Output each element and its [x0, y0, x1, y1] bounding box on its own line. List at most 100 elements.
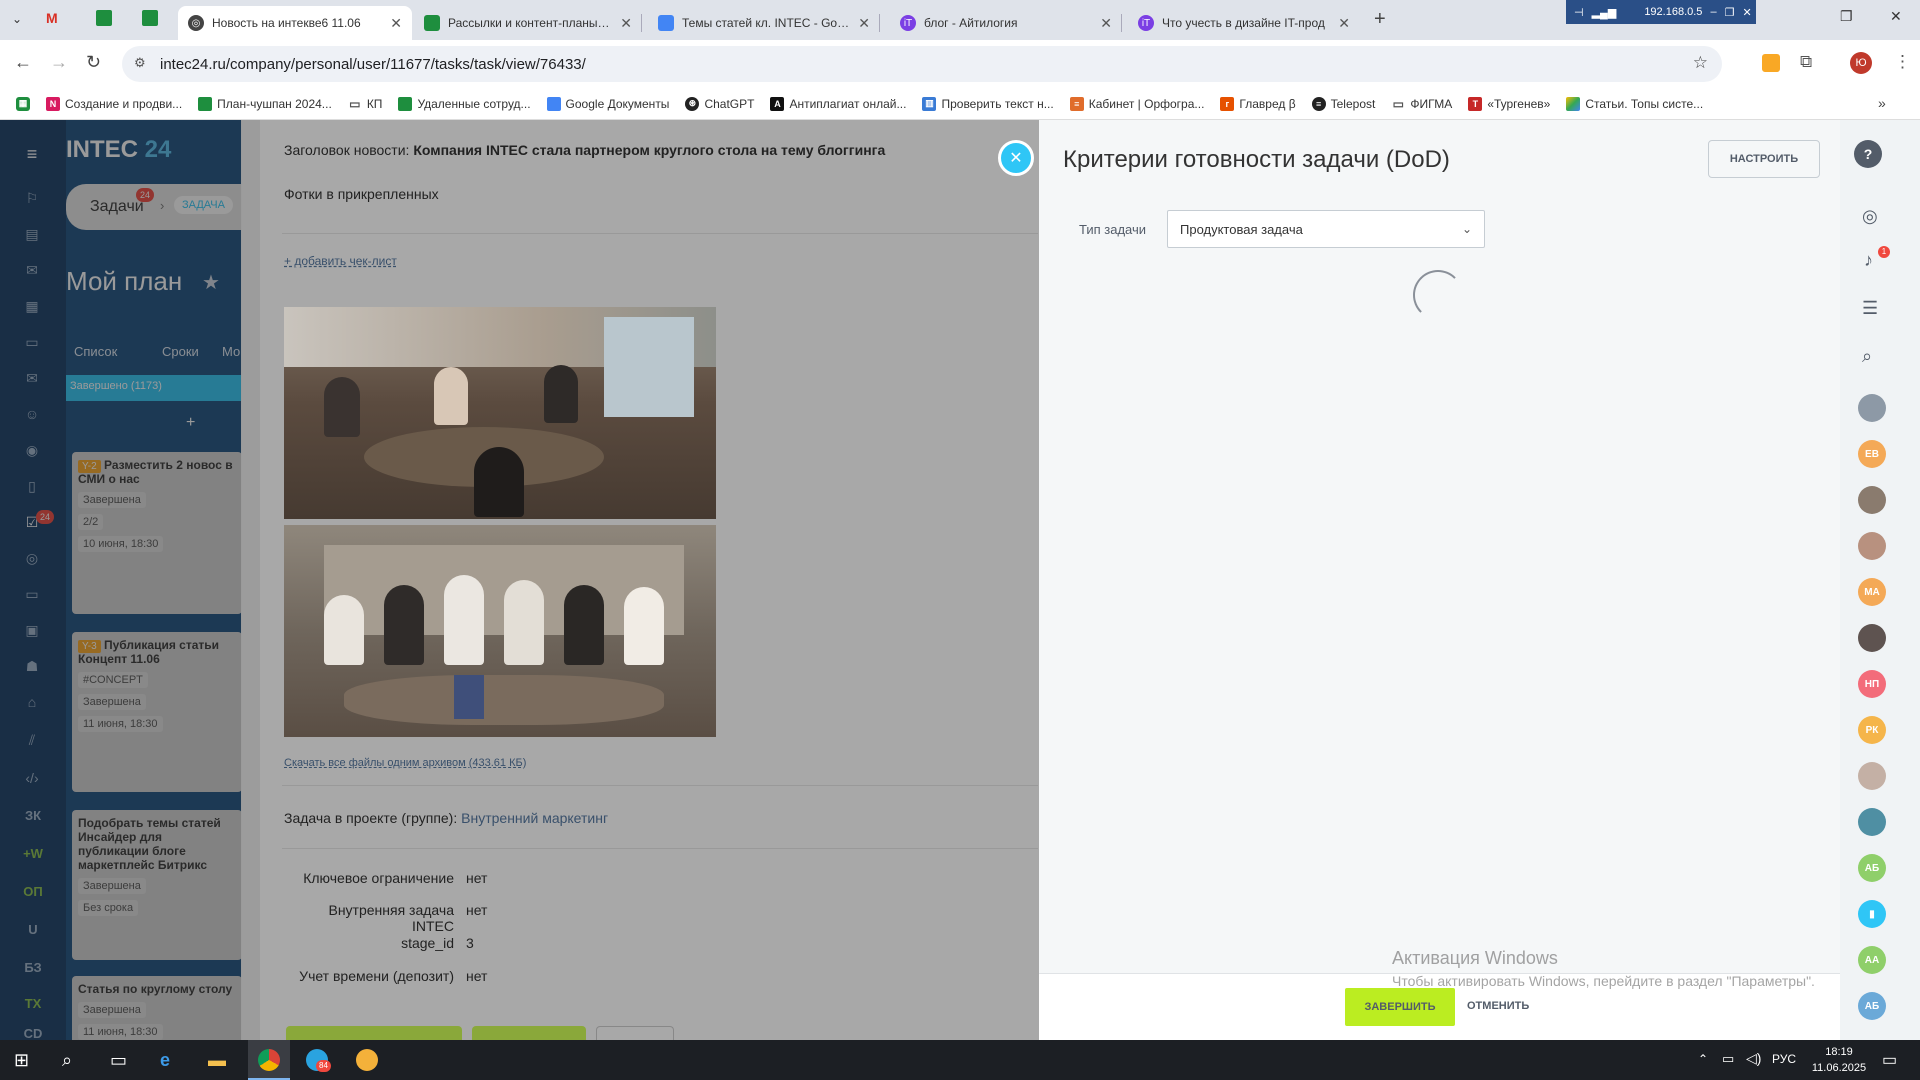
event-photo-2[interactable]: [284, 525, 716, 737]
edge-icon[interactable]: e: [160, 1050, 170, 1071]
avatar[interactable]: АБ: [1858, 854, 1886, 882]
bookmark-item[interactable]: ≡ Telepost: [1311, 96, 1375, 111]
restore-window-icon[interactable]: ❐: [1840, 8, 1853, 25]
messages-icon[interactable]: ☰: [1862, 298, 1878, 319]
app-icon[interactable]: [356, 1049, 378, 1071]
event-photo-1[interactable]: [284, 307, 716, 519]
avatar[interactable]: АА: [1858, 946, 1886, 974]
site-settings-icon[interactable]: ⚙: [134, 55, 146, 71]
add-checklist-link[interactable]: + добавить чек-лист: [284, 254, 397, 268]
close-icon[interactable]: ✕: [620, 15, 632, 32]
language-indicator[interactable]: РУС: [1772, 1052, 1796, 1066]
task-action-button[interactable]: [286, 1026, 462, 1040]
chrome-taskbar-button[interactable]: [248, 1040, 290, 1080]
close-remote-icon[interactable]: ✕: [1742, 6, 1751, 19]
field-label: stage_id: [401, 935, 454, 951]
back-icon[interactable]: ←: [14, 52, 32, 73]
tab-design[interactable]: iT Что учесть в дизайне IT-прод ✕: [1128, 6, 1360, 40]
bookmark-item[interactable]: Удаленные сотруд...: [398, 96, 531, 111]
tray-chevron-icon[interactable]: ⌃: [1698, 1052, 1708, 1066]
avatar[interactable]: РК: [1858, 716, 1886, 744]
bookmark-item[interactable]: N Создание и продви...: [46, 96, 182, 111]
bookmark-item[interactable]: План-чушпан 2024...: [198, 96, 332, 111]
pinned-sheets-icon-2[interactable]: [142, 10, 158, 26]
bookmark-chat-icon[interactable]: ▮: [1858, 900, 1886, 928]
tab-news[interactable]: ◎ Новость на интекве6 11.06 ✕: [178, 6, 412, 40]
extension-icon[interactable]: [1762, 54, 1780, 72]
avatar[interactable]: АБ: [1858, 992, 1886, 1020]
cancel-button[interactable]: ОТМЕНИТЬ: [1467, 1000, 1529, 1012]
bookmark-item[interactable]: T «Тургенев»: [1468, 96, 1550, 111]
close-icon[interactable]: ✕: [858, 15, 870, 32]
url-field[interactable]: ⚙ intec24.ru/company/personal/user/11677…: [122, 46, 1722, 82]
notifications-icon[interactable]: ▭: [1882, 1050, 1897, 1070]
avatar[interactable]: [1858, 624, 1886, 652]
n-icon: N: [46, 96, 60, 111]
bookmark-item[interactable]: Статьи. Топы систе...: [1566, 96, 1703, 111]
bookmark-item[interactable]: Google Документы: [546, 96, 669, 111]
minimize-remote-icon[interactable]: –: [1710, 6, 1716, 18]
avatar[interactable]: МА: [1858, 578, 1886, 606]
new-tab-button[interactable]: +: [1374, 8, 1386, 31]
bookmark-item[interactable]: ⊛ ChatGPT: [685, 96, 754, 111]
bookmark-item[interactable]: г Главред β: [1220, 96, 1296, 111]
it-logo-icon: iT: [1138, 15, 1154, 31]
bookmark-item[interactable]: ▥ Проверить текст н...: [922, 96, 1054, 111]
chrome-icon: [258, 1049, 280, 1071]
avatar[interactable]: НП: [1858, 670, 1886, 698]
book-icon: ▥: [922, 96, 937, 111]
search-icon[interactable]: ⌕: [62, 1050, 72, 1071]
help-icon[interactable]: ?: [1854, 140, 1882, 168]
close-slider-button[interactable]: ✕: [998, 140, 1034, 176]
bookmark-item[interactable]: ▭ КП: [348, 97, 382, 111]
avatar[interactable]: [1858, 808, 1886, 836]
avatar[interactable]: [1858, 532, 1886, 560]
restore-remote-icon[interactable]: ❐: [1725, 6, 1735, 19]
network-icon[interactable]: ▭: [1722, 1051, 1734, 1067]
bookmark-star-icon[interactable]: ☆: [1693, 53, 1708, 73]
menu-kebab-icon[interactable]: ⋮: [1894, 52, 1911, 72]
pin-icon[interactable]: ⊣: [1574, 6, 1584, 19]
windows-start-icon[interactable]: ⊞: [14, 1050, 29, 1071]
avatar[interactable]: [1858, 486, 1886, 514]
finish-button[interactable]: ЗАВЕРШИТЬ: [1345, 988, 1455, 1026]
search-icon[interactable]: ⌕: [1862, 346, 1872, 367]
tab-mailings[interactable]: Рассылки и контент-планы (Ма ✕: [414, 6, 642, 40]
bookmarks-overflow-icon[interactable]: »: [1878, 95, 1886, 111]
file-explorer-icon[interactable]: ▬: [208, 1050, 226, 1071]
forward-icon[interactable]: →: [50, 52, 68, 73]
configure-button[interactable]: НАСТРОИТЬ: [1708, 140, 1820, 178]
reload-icon[interactable]: ↻: [86, 52, 101, 73]
close-window-icon[interactable]: ✕: [1890, 8, 1902, 25]
close-icon[interactable]: ✕: [1100, 15, 1112, 32]
profile-avatar[interactable]: Ю: [1850, 52, 1872, 74]
pinned-sheets-icon[interactable]: [96, 10, 112, 26]
url-text: intec24.ru/company/personal/user/11677/t…: [160, 55, 586, 73]
avatar[interactable]: [1858, 762, 1886, 790]
openai-icon: ⊛: [685, 96, 700, 111]
apps-grid-icon[interactable]: ▦: [16, 96, 30, 111]
clock[interactable]: 18:19 11.06.2025: [1806, 1044, 1872, 1076]
tab-blog[interactable]: iT блог - Айтилогия ✕: [890, 6, 1122, 40]
tab-search-icon[interactable]: ⌄: [12, 12, 22, 26]
bookmark-item[interactable]: A Антиплагиат онлай...: [770, 96, 906, 111]
task-type-select[interactable]: Продуктовая задача ⌄: [1167, 210, 1485, 248]
task-action-button-2[interactable]: [472, 1026, 586, 1040]
task-view-icon[interactable]: ▭: [110, 1050, 127, 1071]
bookmark-item[interactable]: ≡ Кабинет | Орфогра...: [1069, 96, 1204, 111]
project-link[interactable]: Внутренний маркетинг: [461, 810, 608, 826]
extensions-puzzle-icon[interactable]: ⧉: [1800, 52, 1812, 72]
tab-article-topics[interactable]: Темы статей кл. INTEC - Goog ✕: [648, 6, 880, 40]
avatar[interactable]: [1858, 394, 1886, 422]
bookmark-item[interactable]: ▭ ФИГМА: [1391, 97, 1453, 111]
support-icon[interactable]: ◎: [1862, 206, 1878, 227]
ip-label: 192.168.0.5: [1644, 6, 1703, 18]
download-all-link[interactable]: Скачать все файлы одним архивом (433.61 …: [284, 757, 526, 769]
close-icon[interactable]: ✕: [1338, 15, 1350, 32]
gmail-icon[interactable]: M: [46, 10, 64, 26]
bell-icon[interactable]: ♪: [1864, 250, 1873, 271]
close-icon[interactable]: ✕: [390, 15, 402, 32]
avatar[interactable]: ЕВ: [1858, 440, 1886, 468]
volume-icon[interactable]: ◁): [1746, 1050, 1761, 1067]
task-action-button-3[interactable]: [596, 1026, 674, 1040]
